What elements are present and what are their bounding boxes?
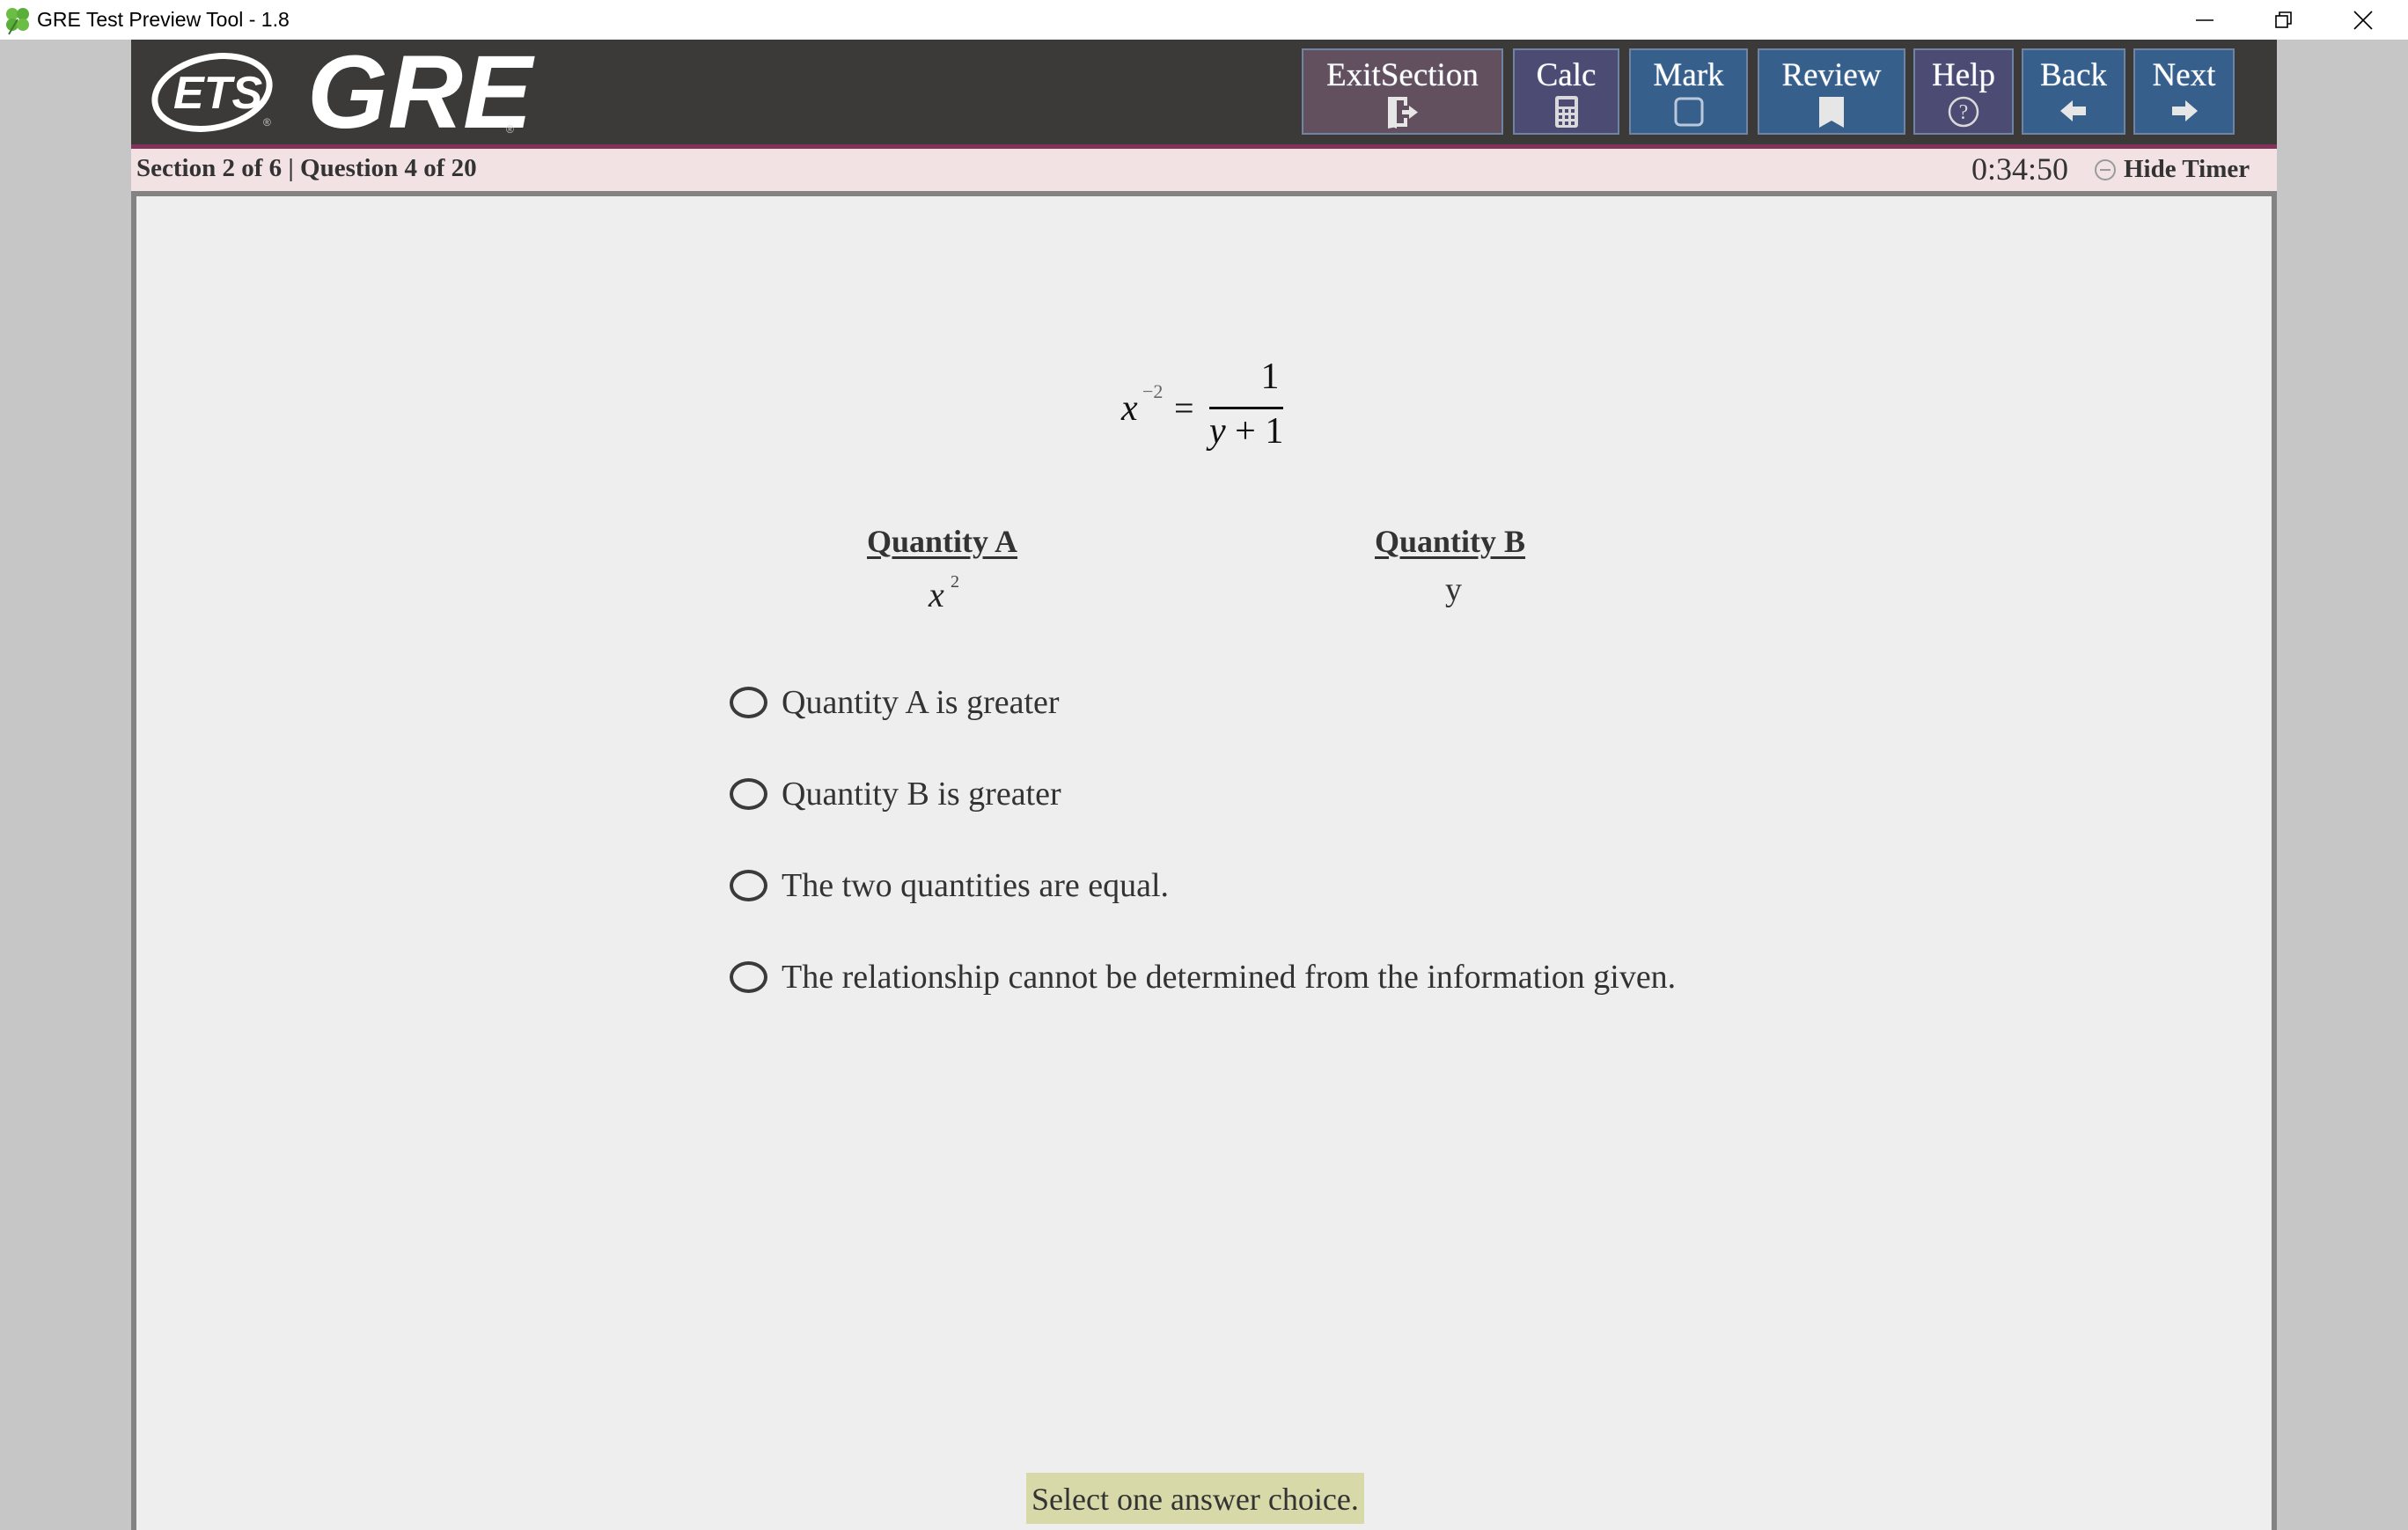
close-icon — [2353, 10, 2373, 30]
review-button[interactable]: Review — [1758, 48, 1905, 135]
equation-lhs-base: x — [1121, 388, 1138, 429]
help-button[interactable]: Help ? — [1913, 48, 2014, 135]
quantity-b-heading: Quantity B — [1375, 524, 1526, 559]
svg-text:®: ® — [506, 123, 514, 136]
help-label: Help — [1932, 57, 1995, 93]
equation-lhs-exponent: −2 — [1142, 380, 1164, 402]
minimize-button[interactable] — [2165, 0, 2244, 40]
instruction-banner: Select one answer choice. — [1026, 1473, 1364, 1524]
ets-logo: ETS ® — [151, 53, 273, 132]
restore-button[interactable] — [2244, 0, 2324, 40]
next-label: Next — [2152, 57, 2216, 93]
timer: 0:34:50 — [1971, 151, 2069, 187]
ets-logo-text: ETS — [173, 68, 262, 119]
question-panel — [131, 191, 2277, 1530]
arrow-right-icon — [2171, 100, 2198, 121]
denominator-constant: + 1 — [1225, 411, 1284, 452]
quantity-a-heading: Quantity A — [867, 524, 1018, 559]
answer-choice-label: The relationship cannot be determined fr… — [782, 959, 1677, 996]
radio-button[interactable] — [730, 687, 767, 718]
exit-section-button[interactable]: ExitSection — [1302, 48, 1503, 135]
fraction-bar — [1209, 407, 1283, 409]
radio-button[interactable] — [730, 870, 767, 901]
mark-label: Mark — [1653, 57, 1724, 93]
denominator-variable: y — [1209, 411, 1226, 452]
app-header: ETS ® GRE ® ExitSection Calc Mark Review… — [131, 40, 2277, 144]
back-button[interactable]: Back — [2022, 48, 2125, 135]
close-button[interactable] — [2324, 0, 2403, 40]
back-label: Back — [2039, 57, 2108, 93]
answer-choice-label: The two quantities are equal. — [782, 867, 1170, 904]
radio-button[interactable] — [730, 778, 767, 810]
mark-button[interactable]: Mark — [1629, 48, 1748, 135]
answer-choice-d[interactable]: The relationship cannot be determined fr… — [730, 958, 1676, 997]
svg-text:®: ® — [263, 116, 271, 129]
svg-text:?: ? — [1959, 101, 1969, 124]
review-label: Review — [1781, 57, 1882, 93]
section-question-counter: Section 2 of 6 | Question 4 of 20 — [136, 154, 477, 182]
arrow-left-icon — [2060, 100, 2086, 121]
question-circle-icon: ? — [1948, 96, 1979, 128]
window-title: GRE Test Preview Tool - 1.8 — [37, 8, 290, 31]
calc-label: Calc — [1536, 57, 1597, 93]
radio-button[interactable] — [730, 961, 767, 993]
next-button[interactable]: Next — [2133, 48, 2235, 135]
calc-button[interactable]: Calc — [1513, 48, 1619, 135]
gre-logo: GRE ® — [307, 41, 535, 140]
answer-choice-c[interactable]: The two quantities are equal. — [730, 866, 1169, 905]
window-title-bar: GRE Test Preview Tool - 1.8 — [0, 0, 2408, 40]
answer-choice-label: Quantity A is greater — [782, 684, 1060, 721]
quantity-b-value: y — [1445, 571, 1462, 608]
equation-denominator: y + 1 — [1209, 410, 1288, 452]
restore-icon — [2275, 11, 2292, 28]
equation-numerator: 1 — [1260, 357, 1280, 397]
hide-timer-label: Hide Timer — [2124, 155, 2250, 183]
checkbox-icon — [1674, 97, 1703, 127]
quantity-a-exponent: 2 — [951, 572, 959, 592]
minimize-icon — [2196, 18, 2213, 21]
status-bar: Section 2 of 6 | Question 4 of 20 0:34:5… — [131, 149, 2277, 191]
answer-choice-a[interactable]: Quantity A is greater — [730, 683, 1060, 722]
four-leaf-clover-icon — [6, 7, 29, 35]
minus-circle-icon — [2095, 158, 2116, 180]
gre-logo-text: GRE — [307, 41, 535, 140]
answer-choice-label: Quantity B is greater — [782, 776, 1061, 813]
hide-timer-button[interactable]: Hide Timer — [2094, 155, 2250, 184]
bookmark-icon — [1819, 97, 1844, 128]
equation-equals-sign: = — [1174, 388, 1194, 428]
exit-section-label: ExitSection — [1326, 57, 1479, 93]
exit-door-icon — [1387, 97, 1418, 129]
quantity-a-base: x — [929, 575, 944, 614]
answer-choice-b[interactable]: Quantity B is greater — [730, 775, 1061, 813]
calculator-icon — [1554, 96, 1578, 128]
